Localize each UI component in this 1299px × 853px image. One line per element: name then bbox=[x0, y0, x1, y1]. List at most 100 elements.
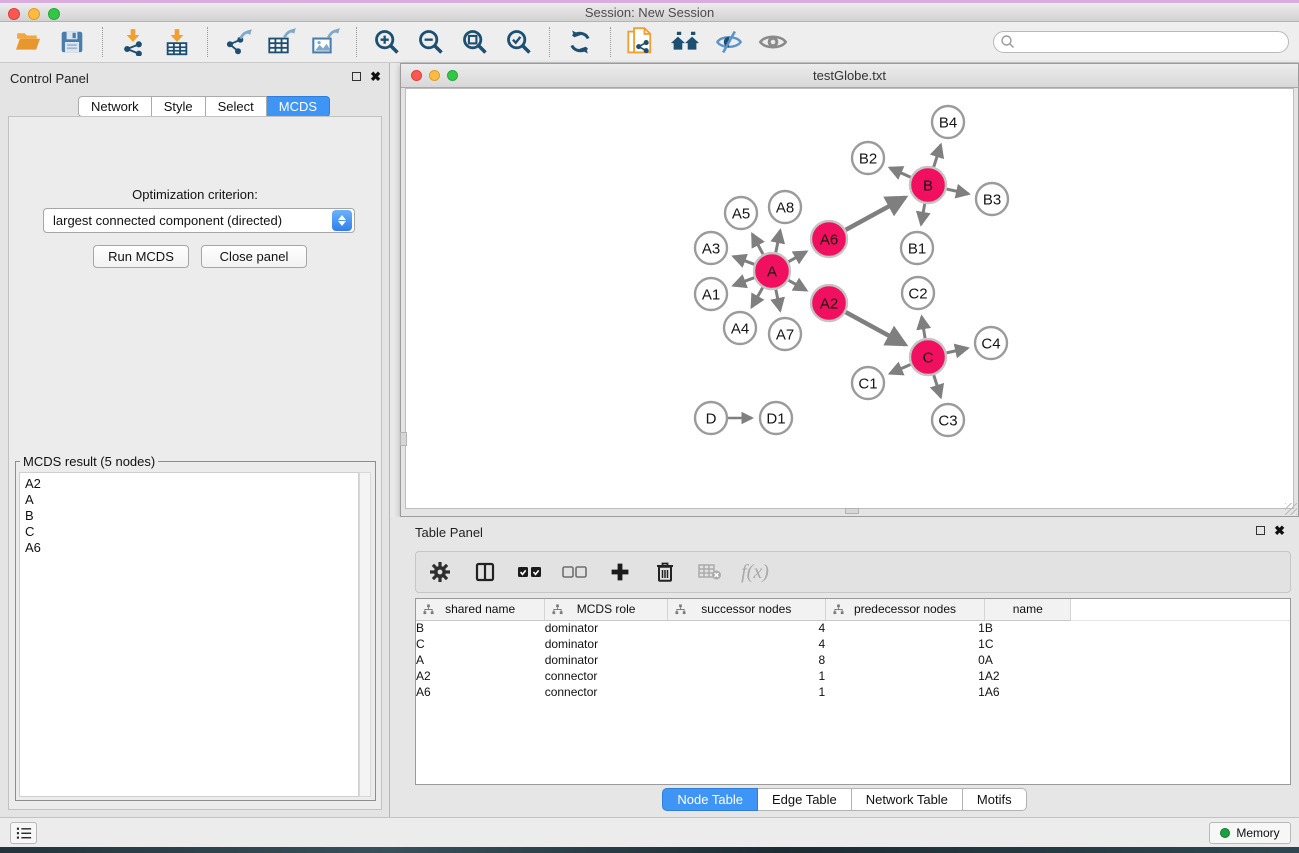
tab-select[interactable]: Select bbox=[206, 96, 267, 117]
node-A3[interactable]: A3 bbox=[695, 232, 727, 264]
node-C2[interactable]: C2 bbox=[902, 277, 934, 309]
tab-node-table[interactable]: Node Table bbox=[662, 788, 758, 811]
edge-B-B1[interactable] bbox=[921, 204, 925, 225]
home-icon[interactable] bbox=[667, 26, 703, 58]
delete-column-icon[interactable] bbox=[651, 558, 679, 586]
node-B2[interactable]: B2 bbox=[852, 142, 884, 174]
network-from-file-icon[interactable] bbox=[623, 26, 659, 58]
network-window-titlebar[interactable]: testGlobe.txt bbox=[401, 64, 1298, 88]
col-shared-name[interactable]: shared name bbox=[416, 599, 545, 620]
result-item[interactable]: A bbox=[25, 492, 358, 508]
node-A7[interactable]: A7 bbox=[769, 318, 801, 350]
table-row[interactable]: Bdominator41B bbox=[416, 620, 1290, 636]
tab-network[interactable]: Network bbox=[78, 96, 152, 117]
splitter-handle-left[interactable] bbox=[400, 432, 407, 446]
close-table-panel-icon[interactable]: ✖ bbox=[1274, 525, 1285, 536]
close-panel-button[interactable]: Close panel bbox=[201, 245, 307, 268]
col-name[interactable]: name bbox=[985, 599, 1071, 620]
create-column-icon[interactable] bbox=[606, 558, 634, 586]
node-B[interactable]: B bbox=[910, 167, 946, 203]
splitter-handle-bottom[interactable] bbox=[845, 508, 859, 514]
save-session-icon[interactable] bbox=[54, 26, 90, 58]
tab-motifs[interactable]: Motifs bbox=[963, 788, 1027, 811]
edge-C-C4[interactable] bbox=[947, 348, 968, 353]
result-item[interactable]: C bbox=[25, 524, 358, 540]
node-D1[interactable]: D1 bbox=[760, 402, 792, 434]
edge-A-A5[interactable] bbox=[752, 234, 763, 254]
node-B4[interactable]: B4 bbox=[932, 106, 964, 138]
edge-B-B4[interactable] bbox=[934, 145, 941, 167]
close-panel-icon[interactable]: ✖ bbox=[370, 71, 381, 82]
run-mcds-button[interactable]: Run MCDS bbox=[93, 245, 189, 268]
open-session-icon[interactable] bbox=[10, 26, 46, 58]
node-table[interactable]: shared name MCDS role successor nodes pr… bbox=[415, 598, 1291, 785]
tab-style[interactable]: Style bbox=[152, 96, 206, 117]
col-mcds-role[interactable]: MCDS role bbox=[545, 599, 668, 620]
function-builder-icon[interactable]: f(x) bbox=[741, 561, 769, 584]
node-A8[interactable]: A8 bbox=[769, 191, 801, 223]
node-A6[interactable]: A6 bbox=[811, 221, 847, 257]
node-D[interactable]: D bbox=[695, 402, 727, 434]
table-row[interactable]: A2connector11A2 bbox=[416, 668, 1290, 684]
node-C[interactable]: C bbox=[910, 339, 946, 375]
table-row[interactable]: Cdominator41C bbox=[416, 636, 1290, 652]
task-history-button[interactable] bbox=[10, 822, 37, 844]
node-A1[interactable]: A1 bbox=[695, 278, 727, 310]
edge-A-A2[interactable] bbox=[789, 280, 807, 290]
tab-mcds[interactable]: MCDS bbox=[267, 96, 330, 117]
edge-C-C1[interactable] bbox=[890, 365, 911, 374]
mcds-result-list[interactable]: A2 A B C A6 bbox=[19, 472, 359, 797]
refresh-icon[interactable] bbox=[562, 26, 598, 58]
edge-A-A4[interactable] bbox=[752, 288, 763, 308]
import-network-icon[interactable] bbox=[115, 26, 151, 58]
hide-panels-icon[interactable] bbox=[711, 26, 747, 58]
node-A2[interactable]: A2 bbox=[811, 285, 847, 321]
select-all-columns-icon[interactable] bbox=[516, 558, 544, 586]
float-panel-icon[interactable] bbox=[352, 72, 361, 81]
memory-status-button[interactable]: Memory bbox=[1209, 822, 1291, 844]
node-C4[interactable]: C4 bbox=[975, 327, 1007, 359]
edge-A-A8[interactable] bbox=[776, 231, 780, 253]
zoom-in-icon[interactable] bbox=[369, 26, 405, 58]
edge-C-C2[interactable] bbox=[922, 317, 925, 339]
table-row[interactable]: Adominator80A bbox=[416, 652, 1290, 668]
tab-edge-table[interactable]: Edge Table bbox=[758, 788, 852, 811]
node-C1[interactable]: C1 bbox=[852, 367, 884, 399]
table-row[interactable]: A6connector11A6 bbox=[416, 684, 1290, 700]
edge-A-A3[interactable] bbox=[733, 256, 754, 264]
show-panels-icon[interactable] bbox=[755, 26, 791, 58]
zoom-out-icon[interactable] bbox=[413, 26, 449, 58]
zoom-selected-icon[interactable] bbox=[501, 26, 537, 58]
node-B1[interactable]: B1 bbox=[901, 232, 933, 264]
window-resize-grip[interactable] bbox=[1285, 503, 1297, 515]
tab-network-table[interactable]: Network Table bbox=[852, 788, 963, 811]
edge-B-B3[interactable] bbox=[947, 189, 969, 194]
edge-A-A7[interactable] bbox=[776, 290, 780, 311]
edge-A2-C[interactable] bbox=[846, 312, 905, 344]
edge-C-C3[interactable] bbox=[934, 375, 941, 397]
result-scrollbar[interactable] bbox=[359, 472, 371, 797]
edge-A-A1[interactable] bbox=[733, 278, 754, 286]
result-item[interactable]: A2 bbox=[25, 476, 358, 492]
search-field[interactable] bbox=[993, 31, 1289, 53]
float-table-panel-icon[interactable] bbox=[1256, 526, 1265, 535]
col-successor-nodes[interactable]: successor nodes bbox=[667, 599, 825, 620]
result-item[interactable]: A6 bbox=[25, 540, 358, 556]
node-A4[interactable]: A4 bbox=[724, 312, 756, 344]
deselect-all-columns-icon[interactable] bbox=[561, 558, 589, 586]
export-image-icon[interactable] bbox=[308, 26, 344, 58]
table-settings-gear-icon[interactable] bbox=[426, 558, 454, 586]
node-A[interactable]: A bbox=[754, 253, 790, 289]
node-A5[interactable]: A5 bbox=[725, 197, 757, 229]
zoom-fit-icon[interactable] bbox=[457, 26, 493, 58]
delete-table-icon[interactable] bbox=[696, 558, 724, 586]
node-B3[interactable]: B3 bbox=[976, 183, 1008, 215]
node-C3[interactable]: C3 bbox=[932, 404, 964, 436]
criterion-dropdown[interactable]: largest connected component (directed) bbox=[43, 208, 355, 233]
export-table-icon[interactable] bbox=[264, 26, 300, 58]
export-network-icon[interactable] bbox=[220, 26, 256, 58]
col-predecessor-nodes[interactable]: predecessor nodes bbox=[825, 599, 985, 620]
search-input[interactable] bbox=[1016, 33, 1288, 51]
network-canvas[interactable]: B4 B2 B B3 A8 A5 A6 A3 B1 A C2 A1 A2 A4 A7 C4 C C1 D D1 C3 bbox=[405, 88, 1294, 509]
column-view-icon[interactable] bbox=[471, 558, 499, 586]
